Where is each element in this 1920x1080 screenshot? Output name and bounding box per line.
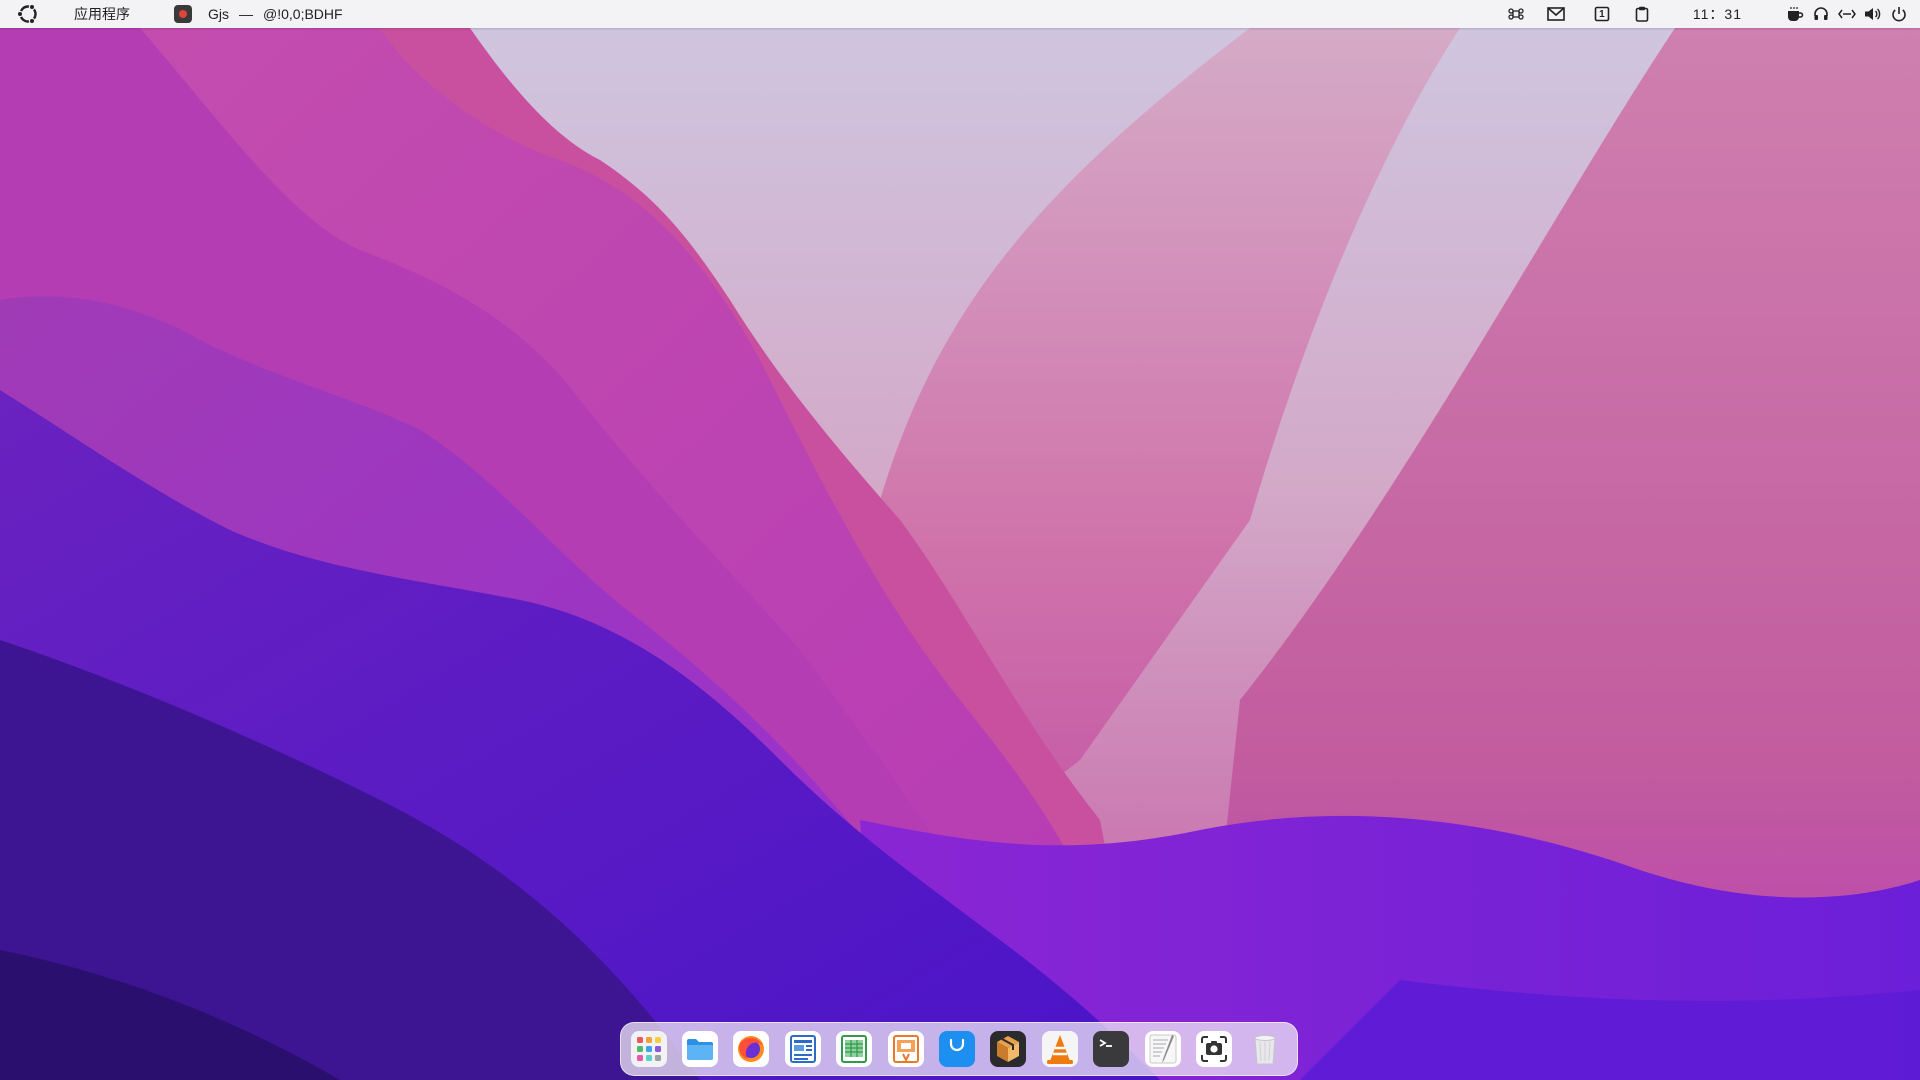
folder-icon [682,1031,719,1067]
volume-icon[interactable] [1864,5,1882,23]
desktop[interactable]: 应用程序 Gjs — @!0,0;BDHF 1 11：31 [0,0,1920,1080]
network-wired-icon[interactable] [1838,5,1856,23]
terminal-icon [1093,1031,1130,1067]
document-writer-icon [784,1031,821,1067]
shopping-bag-icon [939,1031,976,1067]
terminal-app[interactable] [1092,1029,1131,1069]
applications-menu[interactable]: 应用程序 [70,4,134,24]
workspace-number: 1 [1599,8,1605,20]
power-icon[interactable] [1890,5,1908,23]
trash-icon [1254,1035,1276,1065]
firefox-icon [733,1031,770,1067]
workspace-1-icon[interactable]: 1 [1593,5,1611,23]
ubuntu-logo-icon[interactable] [14,0,42,28]
impress-app[interactable] [886,1029,925,1069]
coffee-icon[interactable] [1786,5,1804,23]
writer-app[interactable] [783,1029,822,1069]
camera-screenshot-icon [1195,1031,1232,1067]
clock[interactable]: 11：31 [1693,4,1742,24]
text-editor-icon [1144,1031,1181,1067]
app-grid-launcher[interactable] [629,1029,668,1069]
command-key-icon[interactable] [1507,5,1525,23]
screenshot-app[interactable] [1194,1029,1233,1069]
wallpaper [0,0,1920,1080]
software-store-app[interactable] [937,1029,976,1069]
vlc-cone-icon [1041,1031,1078,1067]
top-bar-left: 应用程序 Gjs — @!0,0;BDHF [0,0,343,28]
active-app-indicator[interactable]: Gjs — @!0,0;BDHF [174,5,343,23]
dock [620,1022,1298,1076]
active-window-title: @!0,0;BDHF [263,6,343,22]
headphones-icon[interactable] [1812,5,1830,23]
active-app-name: Gjs [208,6,229,22]
archive-box-icon [990,1031,1027,1067]
files-app[interactable] [680,1029,719,1069]
calc-app[interactable] [835,1029,874,1069]
top-bar-right: 1 11：31 [1507,0,1920,28]
app-grid-icon [630,1031,667,1067]
presentation-icon [887,1031,924,1067]
gjs-app-icon [174,5,192,23]
top-bar: 应用程序 Gjs — @!0,0;BDHF 1 11：31 [0,0,1920,28]
archive-manager-app[interactable] [989,1029,1028,1069]
mail-icon[interactable] [1547,5,1565,23]
firefox-app[interactable] [732,1029,771,1069]
title-separator: — [239,6,253,22]
vlc-app[interactable] [1040,1029,1079,1069]
trash[interactable] [1246,1029,1285,1069]
text-editor-app[interactable] [1143,1029,1182,1069]
clipboard-icon[interactable] [1633,5,1651,23]
spreadsheet-icon [836,1031,873,1067]
